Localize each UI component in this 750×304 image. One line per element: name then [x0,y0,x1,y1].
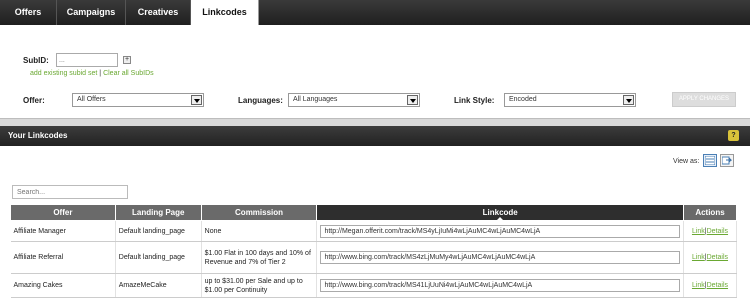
link-style-select[interactable]: Encoded [504,93,636,107]
offer-label: Offer: [23,96,45,105]
actions-cell: Link|Details [683,220,738,242]
tab-creatives[interactable]: Creatives [126,0,191,25]
link-style-select-value: Encoded [509,96,537,103]
linkcode-field[interactable]: http://www.bing.com/track/MS4zLjMuMy4wLj… [320,251,680,264]
column-actions: Actions [682,204,738,221]
offer-cell: Affiliate Referral [10,241,116,274]
linkcode-cell: http://www.bing.com/track/MS41LjUuNi4wLj… [316,273,684,298]
view-as-label: View as: [673,158,700,165]
offer-select[interactable]: All Offers [72,93,204,107]
landing-page-cell: Default landing_page [115,220,202,242]
clear-all-subids-link[interactable]: Clear all SubIDs [103,70,154,77]
details-action[interactable]: Details [707,254,728,261]
link-action[interactable]: Link [692,282,705,289]
link-action[interactable]: Link [692,228,705,235]
column-linkcode[interactable]: Linkcode [316,204,684,222]
link-action[interactable]: Link [692,254,705,261]
table-row: Amazing Cakes AmazeMeCake up to $31.00 p… [10,273,738,298]
table-row: Affiliate Referral Default landing_page … [10,241,738,274]
top-nav-bar: Offers Campaigns Creatives Linkcodes [0,0,750,25]
apply-changes-button[interactable]: APPLY CHANGES [672,92,736,107]
column-landing-page[interactable]: Landing Page [114,204,202,221]
filter-panel: SubID: + add existing subid set | Clear … [0,25,750,119]
details-action[interactable]: Details [707,228,728,235]
table-row: Affiliate Manager Default landing_page N… [10,220,738,242]
subid-input[interactable] [56,53,118,67]
help-icon[interactable]: ? [728,130,739,141]
actions-cell: Link|Details [683,241,738,274]
chevron-down-icon [407,95,418,105]
linkcode-cell: http://www.bing.com/track/MS4zLjMuMy4wLj… [316,241,684,274]
languages-label: Languages: [238,96,283,105]
list-view-icon[interactable] [703,154,717,167]
linkcodes-table: Offer Landing Page Commission Linkcode A… [10,204,738,298]
search-input[interactable] [12,185,128,199]
column-commission[interactable]: Commission [200,204,318,221]
export-view-icon[interactable] [720,154,734,167]
tab-linkcodes[interactable]: Linkcodes [191,0,259,25]
linkcode-cell: http://Megan.offerit.com/track/MS4yLjIuM… [316,220,684,242]
add-subid-button[interactable]: + [123,56,131,64]
linkcodes-body: View as: Offer Landing Page Commission [0,146,750,304]
landing-page-cell: AmazeMeCake [115,273,202,298]
link-style-label: Link Style: [454,96,495,105]
commission-cell: None [201,220,318,242]
linkcode-field[interactable]: http://www.bing.com/track/MS41LjUuNi4wLj… [320,279,680,292]
landing-page-cell: Default landing_page [115,241,202,274]
page: Offers Campaigns Creatives Linkcodes Sub… [0,0,750,304]
commission-cell: $1.00 Flat in 100 days and 10% of Revenu… [201,241,318,274]
subid-label: SubID: [23,56,49,65]
chevron-down-icon [191,95,202,105]
table-header-row: Offer Landing Page Commission Linkcode A… [10,204,738,222]
tab-offers[interactable]: Offers [0,0,57,25]
subid-links: add existing subid set | Clear all SubID… [30,70,154,77]
column-offer[interactable]: Offer [10,204,116,221]
linkcodes-title: Your Linkcodes [8,131,68,140]
tab-campaigns[interactable]: Campaigns [57,0,126,25]
commission-cell: up to $31.00 per Sale and up to $1.00 pe… [201,273,318,298]
link-separator: | [99,70,102,77]
chevron-down-icon [623,95,634,105]
linkcode-field[interactable]: http://Megan.offerit.com/track/MS4yLjIuM… [320,224,680,238]
languages-select[interactable]: All Languages [288,93,420,107]
offer-cell: Amazing Cakes [10,273,116,298]
linkcodes-header: Your Linkcodes ? [0,126,750,146]
offer-select-value: All Offers [77,96,106,103]
offer-cell: Affiliate Manager [10,220,116,242]
actions-cell: Link|Details [683,273,738,298]
details-action[interactable]: Details [707,282,728,289]
add-existing-subid-link[interactable]: add existing subid set [30,70,97,77]
languages-select-value: All Languages [293,96,338,103]
